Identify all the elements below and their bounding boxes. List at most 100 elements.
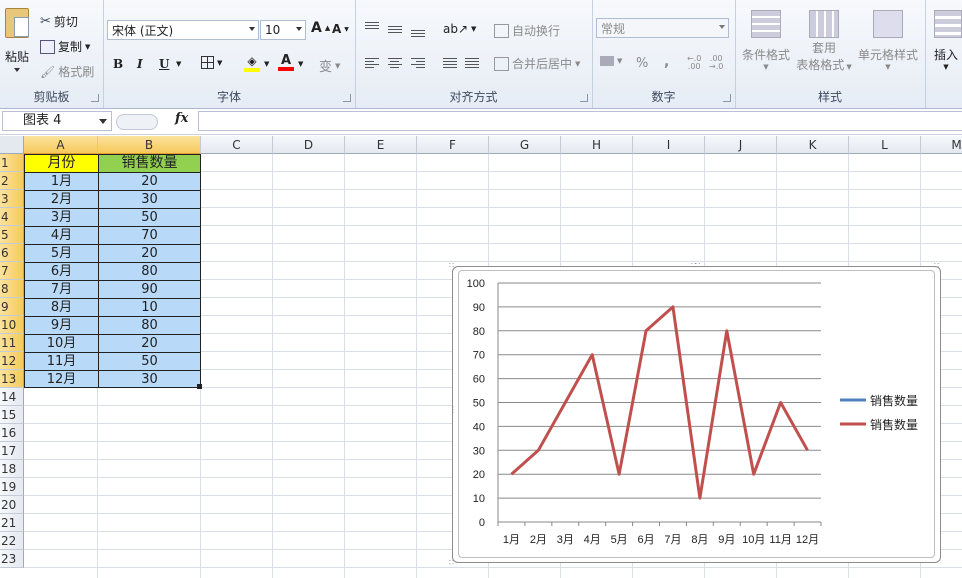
clipboard-launcher-icon[interactable]	[91, 94, 99, 102]
column-header-a[interactable]: A	[24, 136, 98, 154]
formula-input[interactable]	[198, 111, 962, 131]
copy-button[interactable]: 复制 ▼	[40, 38, 90, 55]
align-center-icon[interactable]	[388, 56, 402, 70]
row-header-17[interactable]: 17	[0, 442, 24, 460]
grow-font-button[interactable]: A ▲	[311, 20, 330, 36]
legend-label-2: 销售数量	[870, 417, 918, 432]
column-header-g[interactable]: G	[489, 136, 561, 154]
fill-color-button[interactable]: ◈	[244, 54, 260, 72]
y-tick-label: 80	[473, 326, 485, 338]
merge-label: 合并后居中	[512, 57, 573, 71]
align-bottom-icon[interactable]	[411, 28, 425, 39]
format-painter-button[interactable]: 🖌 格式刷	[40, 63, 94, 80]
column-header-b[interactable]: B	[98, 136, 201, 154]
paste-button[interactable]: 粘贴	[2, 8, 32, 80]
comma-button[interactable]: ,	[664, 54, 669, 70]
align-left-icon[interactable]	[365, 56, 379, 70]
column-header-f[interactable]: F	[417, 136, 489, 154]
shrink-font-button[interactable]: A ▼	[332, 22, 349, 36]
row-header-1[interactable]: 1	[0, 154, 24, 172]
line-chart[interactable]: ∷∷ ⋮ ∷ ∷ ∷ 0 10 20 30 40 50 60 70 80 90 100 1月 2月 3月 4…	[449, 262, 941, 567]
font-color-icon: A	[280, 53, 292, 68]
accounting-format-button[interactable]: ▼	[600, 56, 622, 66]
row-header-8[interactable]: 8	[0, 280, 24, 298]
number-format-select[interactable]: 常规	[596, 18, 729, 38]
fill-handle[interactable]	[197, 384, 202, 389]
row-header-4[interactable]: 4	[0, 208, 24, 226]
y-tick-label: 20	[473, 469, 485, 481]
phonetic-button[interactable]: 变 ▼	[319, 56, 340, 75]
borders-button[interactable]: ▼	[201, 56, 222, 69]
font-color-button[interactable]: A	[278, 54, 294, 71]
wrap-text-button[interactable]: 自动换行	[494, 22, 560, 39]
alignment-launcher-icon[interactable]	[580, 94, 588, 102]
row-header-22[interactable]: 22	[0, 532, 24, 550]
row-header-2[interactable]: 2	[0, 172, 24, 190]
font-name-select[interactable]: 宋体 (正文)	[107, 20, 259, 40]
row-header-12[interactable]: 12	[0, 352, 24, 370]
align-middle-icon[interactable]	[388, 24, 402, 35]
font-size-select[interactable]: 10	[260, 20, 306, 40]
currency-icon	[600, 56, 614, 66]
column-header-m[interactable]: M	[921, 136, 962, 154]
scissors-icon: ✂	[40, 14, 51, 29]
row-header-16[interactable]: 16	[0, 424, 24, 442]
row-header-9[interactable]: 9	[0, 298, 24, 316]
row-header-21[interactable]: 21	[0, 514, 24, 532]
insert-button[interactable]: 插入 ▼	[930, 10, 962, 71]
paint-bucket-icon: ◈	[247, 54, 257, 68]
insert-function-icon[interactable]: fx	[175, 111, 188, 126]
italic-button[interactable]: I	[137, 57, 143, 71]
row-header-15[interactable]: 15	[0, 406, 24, 424]
row-header-23[interactable]: 23	[0, 550, 24, 568]
align-top-icon[interactable]	[365, 20, 379, 31]
x-tick-label: 2月	[530, 534, 547, 546]
chart-plot: 0 10 20 30 40 50 60 70 80 90 100 1月 2月 3月 4月 5月 6月 7月 8月 9月…	[467, 278, 918, 546]
cell-styles-icon	[873, 10, 903, 38]
merge-center-button[interactable]: 合并后居中 ▼	[494, 55, 580, 72]
name-box[interactable]: 图表 4	[2, 111, 112, 131]
column-header-d[interactable]: D	[273, 136, 345, 154]
increase-decimal-icon[interactable]: ←.0.00	[687, 55, 701, 71]
row-header-5[interactable]: 5	[0, 226, 24, 244]
row-header-20[interactable]: 20	[0, 496, 24, 514]
decrease-decimal-icon[interactable]: .00 →.0	[709, 55, 723, 71]
row-header-10[interactable]: 10	[0, 316, 24, 334]
font-color-dropdown-icon[interactable]: ▼	[298, 60, 303, 68]
orientation-button[interactable]: ab↗ ▼	[443, 22, 476, 36]
row-header-18[interactable]: 18	[0, 460, 24, 478]
row-header-13[interactable]: 13	[0, 370, 24, 388]
decrease-indent-icon[interactable]	[443, 56, 457, 70]
underline-dropdown-icon[interactable]: ▼	[176, 60, 181, 68]
copy-label: 复制	[58, 40, 83, 54]
row-header-19[interactable]: 19	[0, 478, 24, 496]
cut-button[interactable]: ✂ 剪切	[40, 13, 78, 30]
number-launcher-icon[interactable]	[723, 94, 731, 102]
align-right-icon[interactable]	[411, 56, 425, 70]
column-header-j[interactable]: J	[705, 136, 777, 154]
row-header-11[interactable]: 11	[0, 334, 24, 352]
row-header-6[interactable]: 6	[0, 244, 24, 262]
format-as-table-button[interactable]: 套用 表格格式 ▼	[795, 10, 853, 76]
fill-color-dropdown-icon[interactable]: ▼	[264, 60, 269, 68]
column-header-h[interactable]: H	[561, 136, 633, 154]
font-launcher-icon[interactable]	[343, 94, 351, 102]
row-header-14[interactable]: 14	[0, 388, 24, 406]
select-all-corner[interactable]	[0, 136, 24, 154]
row-header-7[interactable]: 7	[0, 262, 24, 280]
conditional-format-button[interactable]: 条件格式 ▼	[737, 10, 795, 71]
styles-group: 条件格式 ▼ 套用 表格格式 ▼ 单元格样式 ▼ 样式	[735, 0, 926, 108]
bold-button[interactable]: B	[113, 57, 123, 71]
row-header-3[interactable]: 3	[0, 190, 24, 208]
column-header-e[interactable]: E	[345, 136, 417, 154]
column-header-c[interactable]: C	[201, 136, 273, 154]
column-header-l[interactable]: L	[849, 136, 921, 154]
increase-indent-icon[interactable]	[465, 56, 479, 70]
column-header-k[interactable]: K	[777, 136, 849, 154]
conditional-format-label: 条件格式	[741, 48, 790, 62]
underline-button[interactable]: U	[159, 57, 169, 71]
column-header-i[interactable]: I	[633, 136, 705, 154]
cell-styles-button[interactable]: 单元格样式 ▼	[853, 10, 923, 71]
percent-button[interactable]: %	[636, 56, 648, 71]
y-tick-label: 100	[467, 278, 485, 290]
